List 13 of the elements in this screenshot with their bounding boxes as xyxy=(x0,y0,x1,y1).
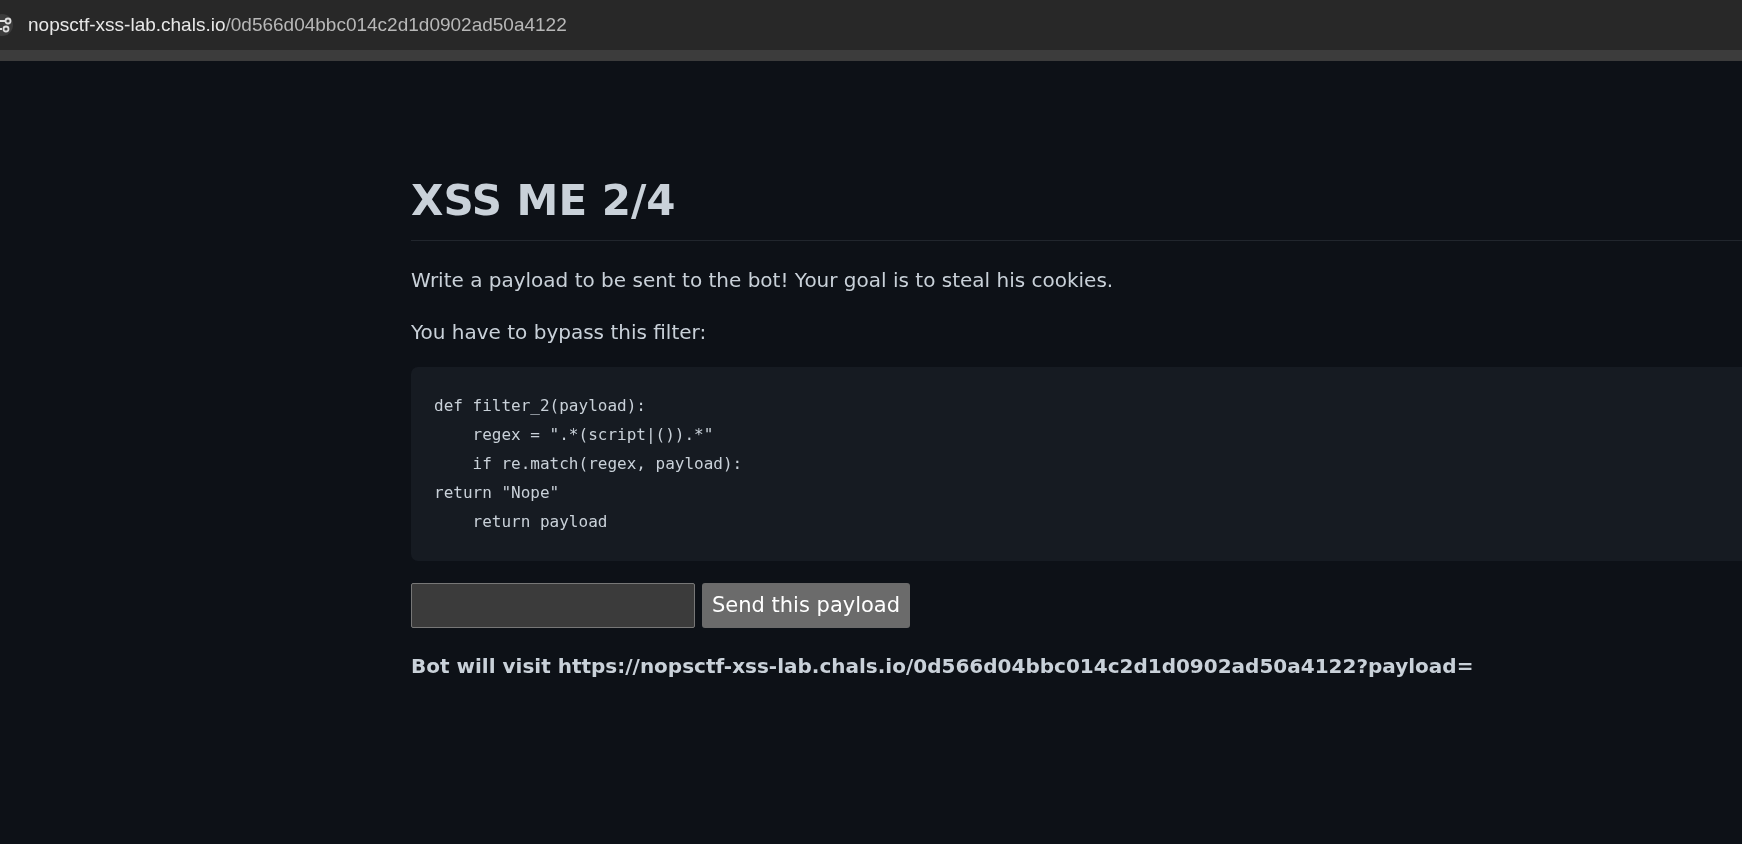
code-line: regex = ".*(script|()).*" xyxy=(471,423,714,446)
code-line: def filter_2(payload): xyxy=(434,394,646,417)
address-url[interactable]: nopsctf-xss-lab.chals.io/0d566d04bbc014c2d1d0902ad50a4122 xyxy=(28,14,567,36)
description-text: You have to bypass this filter: xyxy=(411,318,708,345)
code-line: return "Nope" xyxy=(434,482,560,505)
code-line: if re.match(regex, payload): xyxy=(471,452,743,475)
site-settings-icon[interactable] xyxy=(0,14,16,36)
payload-input-field[interactable] xyxy=(411,582,695,628)
page-heading: XSS ME 2/4 xyxy=(411,175,1742,241)
description-text: Write a payload to be sent to the bot! Your goal is to steal his cookies. xyxy=(411,266,1115,293)
bot-visit-text: Bot will visit https://nopsctf-xss-lab.chals.io/0d566d04bbc014c2d1d0902ad50a4122?payload= xyxy=(411,653,1475,678)
code-line: return payload xyxy=(471,511,608,534)
send-payload-button[interactable]: Send this payload xyxy=(702,582,911,628)
